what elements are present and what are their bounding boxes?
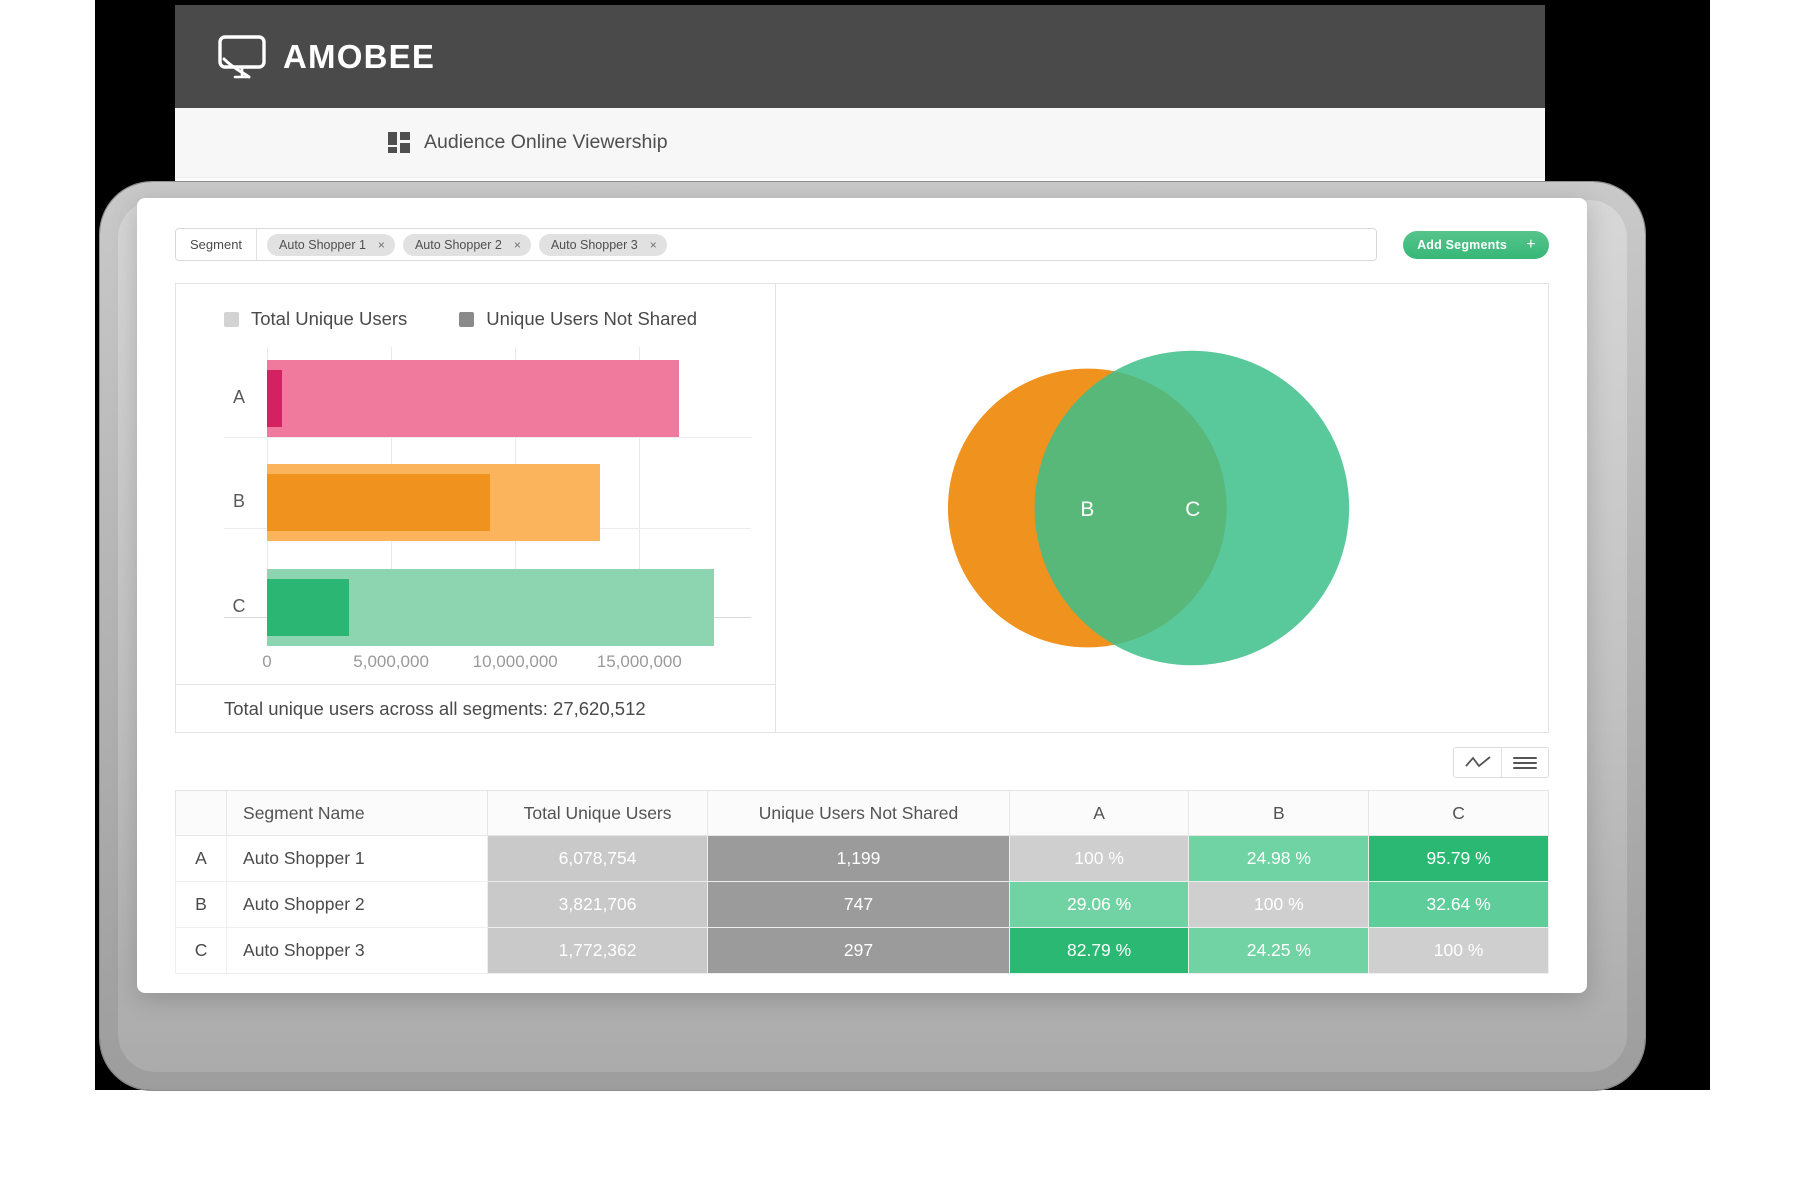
row-overlap-c: 95.79 % <box>1368 835 1549 882</box>
row-total-unique-users: 1,772,362 <box>486 927 709 974</box>
table-row[interactable]: B Auto Shopper 2 3,821,706 747 29.06 % 100 % 3… <box>174 881 1549 928</box>
row-overlap-a: 29.06 % <box>1008 881 1190 928</box>
row-segment-name: Auto Shopper 2 <box>226 881 488 928</box>
category-label-a: A <box>232 387 245 407</box>
remove-chip-icon[interactable]: × <box>514 238 521 252</box>
bar-chart-plot: A B C <box>224 347 751 646</box>
row-overlap-a: 100 % <box>1008 835 1190 882</box>
th-unique-users-not-shared[interactable]: Unique Users Not Shared <box>707 790 1010 836</box>
legend-swatch <box>459 311 475 327</box>
visualization-card: Total Unique Users Unique Users Not Shar… <box>175 283 1549 733</box>
x-tick-label: 10,000,000 <box>472 652 558 671</box>
segment-chip-label: Auto Shopper 1 <box>279 237 366 252</box>
view-toggle-row <box>175 747 1549 778</box>
row-segment-name: Auto Shopper 3 <box>226 927 488 974</box>
brand-name: AMOBEE <box>283 37 436 75</box>
grid-icon <box>388 132 410 153</box>
remove-chip-icon[interactable]: × <box>650 238 657 252</box>
bar-unique-users-not-shared[interactable] <box>267 370 282 427</box>
chart-legend: Total Unique Users Unique Users Not Shar… <box>224 308 697 330</box>
add-segments-button[interactable]: Add Segments + <box>1403 230 1549 259</box>
row-unique-users-not-shared: 297 <box>707 927 1010 974</box>
row-key: A <box>174 835 228 882</box>
category-label-c: C <box>232 595 246 616</box>
legend-label: Total Unique Users <box>251 308 408 329</box>
row-overlap-b: 100 % <box>1188 881 1370 928</box>
bar-total-unique-users[interactable] <box>267 360 680 437</box>
bar-unique-users-not-shared[interactable] <box>267 578 349 636</box>
row-unique-users-not-shared: 747 <box>707 881 1010 928</box>
page-title: Audience Online Viewership <box>424 131 668 153</box>
segment-chip-label: Auto Shopper 2 <box>414 237 502 252</box>
segment-chip[interactable]: Auto Shopper 2 × <box>402 233 531 256</box>
legend-item-total: Total Unique Users <box>224 308 407 330</box>
th-a[interactable]: A <box>1008 790 1190 836</box>
breadcrumb: Audience Online Viewership <box>175 108 1545 178</box>
segment-label: Segment <box>176 229 258 260</box>
segment-chip[interactable]: Auto Shopper 1 × <box>267 233 395 256</box>
row-divider <box>224 437 751 439</box>
bar-chart-container: Total Unique Users Unique Users Not Shar… <box>176 284 776 732</box>
x-axis-ticks: 0 5,000,000 10,000,000 15,000,000 <box>224 652 751 674</box>
table-row[interactable]: A Auto Shopper 1 6,078,754 1,199 100 % 24.98 … <box>174 835 1549 882</box>
add-segments-label: Add Segments <box>1417 237 1507 252</box>
monitor-icon <box>218 34 268 79</box>
bar-total-unique-users[interactable] <box>267 464 600 542</box>
app-header: AMOBEE <box>175 5 1545 108</box>
venn-label-c: C <box>1185 498 1200 521</box>
plus-icon: + <box>1526 235 1536 253</box>
view-toggle-group <box>1453 747 1549 778</box>
th-total-unique-users[interactable]: Total Unique Users <box>486 790 709 836</box>
th-segment-name[interactable]: Segment Name <box>226 790 488 836</box>
bar-group[interactable] <box>267 568 751 646</box>
row-segment-name: Auto Shopper 1 <box>226 835 488 882</box>
legend-swatch <box>224 311 239 327</box>
bar-unique-users-not-shared[interactable] <box>267 474 491 532</box>
th-b[interactable]: B <box>1188 790 1370 836</box>
row-key: B <box>174 881 228 928</box>
venn-diagram[interactable]: B C <box>776 284 1548 732</box>
th-c[interactable]: C <box>1368 790 1549 836</box>
row-key: C <box>174 927 228 974</box>
row-overlap-b: 24.98 % <box>1188 835 1370 882</box>
category-label-b: B <box>232 491 245 512</box>
remove-chip-icon[interactable]: × <box>378 238 385 252</box>
row-total-unique-users: 3,821,706 <box>486 881 709 928</box>
segment-row: Segment Auto Shopper 1 × Auto Shopper 2 … <box>175 228 1549 261</box>
dashboard-panel: Segment Auto Shopper 1 × Auto Shopper 2 … <box>137 198 1587 993</box>
x-tick-label: 15,000,000 <box>596 652 682 671</box>
row-total-unique-users: 6,078,754 <box>486 835 709 882</box>
table-body: A Auto Shopper 1 6,078,754 1,199 100 % 24.98 … <box>174 835 1549 974</box>
bar-group[interactable] <box>267 360 751 437</box>
total-users-summary: Total unique users across all segments: … <box>176 684 775 732</box>
legend-label: Unique Users Not Shared <box>486 308 698 329</box>
line-chart-icon[interactable] <box>1454 748 1501 777</box>
segment-input-field[interactable]: Segment Auto Shopper 1 × Auto Shopper 2 … <box>175 228 1378 261</box>
venn-diagram-container: B C <box>776 284 1548 732</box>
row-overlap-c: 32.64 % <box>1368 881 1549 928</box>
segment-chip-label: Auto Shopper 3 <box>550 237 638 252</box>
row-overlap-b: 24.25 % <box>1188 927 1370 974</box>
table-row[interactable]: C Auto Shopper 3 1,772,362 297 82.79 % 24.25 … <box>174 927 1549 974</box>
x-tick-label: 5,000,000 <box>353 652 429 671</box>
table-head: Segment Name Total Unique Users Unique U… <box>174 790 1549 836</box>
list-view-icon[interactable] <box>1501 748 1548 777</box>
x-tick-label: 0 <box>262 652 272 671</box>
row-unique-users-not-shared: 1,199 <box>707 835 1010 882</box>
venn-label-b: B <box>1080 498 1094 521</box>
row-overlap-c: 100 % <box>1368 927 1549 974</box>
screenshot-root: AMOBEE Audience Online Viewership Segmen… <box>0 0 1800 1200</box>
table-header-row: Segment Name Total Unique Users Unique U… <box>174 790 1549 836</box>
total-users-text: Total unique users across all segments: … <box>224 697 646 719</box>
segment-chip-list: Auto Shopper 1 × Auto Shopper 2 × Auto S… <box>257 229 677 260</box>
row-overlap-a: 82.79 % <box>1008 927 1190 974</box>
segments-table: Segment Name Total Unique Users Unique U… <box>174 790 1549 974</box>
th-blank <box>174 790 228 836</box>
segment-chip[interactable]: Auto Shopper 3 × <box>538 233 667 256</box>
brand-logo: AMOBEE <box>218 34 436 79</box>
legend-item-not-shared: Unique Users Not Shared <box>459 308 697 330</box>
bar-group[interactable] <box>267 464 751 542</box>
bar-total-unique-users[interactable] <box>267 568 714 646</box>
